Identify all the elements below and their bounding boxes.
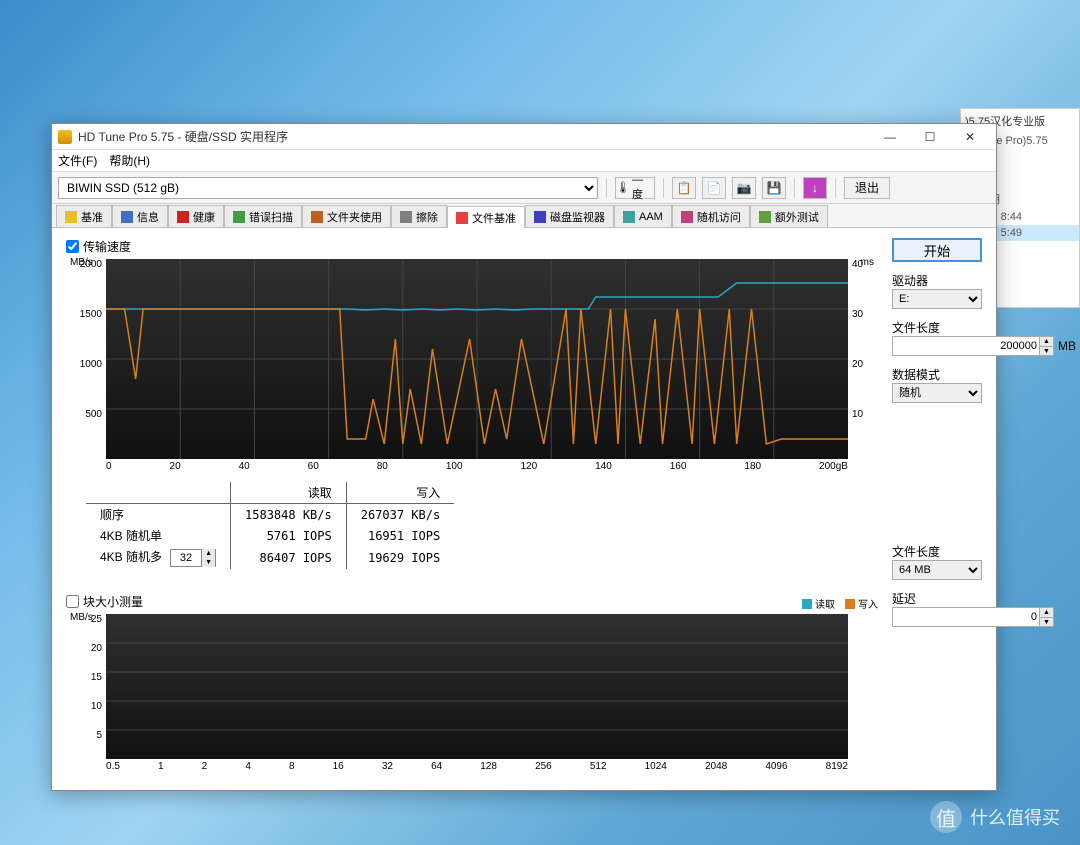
- tab-icon: [534, 211, 546, 223]
- queue-depth-spinner[interactable]: ▲▼: [170, 549, 216, 567]
- separator: [606, 178, 607, 198]
- drive-select[interactable]: BIWIN SSD (512 gB): [58, 177, 598, 199]
- close-button[interactable]: ✕: [950, 126, 990, 148]
- block-size-checkbox[interactable]: [66, 595, 79, 608]
- x-axis-upper: 020406080100120140160180200gB: [106, 461, 848, 472]
- chart-canvas: [106, 259, 848, 459]
- transfer-speed-checkbox-row: 传输速度: [66, 238, 878, 255]
- main-column: 传输速度 MB/s ms 200015001000500: [66, 238, 878, 772]
- col-write-header: 写入: [346, 482, 454, 504]
- separator: [794, 178, 795, 198]
- file-length-input[interactable]: [892, 336, 1040, 356]
- exit-button[interactable]: 退出: [844, 177, 890, 199]
- titlebar: HD Tune Pro 5.75 - 硬盘/SSD 实用程序 — ☐ ✕: [52, 124, 996, 150]
- tab-基准[interactable]: 基准: [56, 205, 112, 227]
- y-left-unit-lower: MB/s: [70, 612, 93, 623]
- options-button[interactable]: ↓: [803, 177, 827, 199]
- table-row: 顺序1583848 KB/s267037 KB/s: [86, 504, 454, 526]
- menu-file[interactable]: 文件(F): [58, 152, 97, 169]
- content-area: 传输速度 MB/s ms 200015001000500: [52, 228, 996, 782]
- delay-input[interactable]: [892, 607, 1040, 627]
- watermark-icon: 值: [930, 801, 962, 833]
- x-axis-lower: 0.512481632641282565121024204840968192: [106, 761, 848, 772]
- save-button[interactable]: 💾: [762, 177, 786, 199]
- tab-AAM[interactable]: AAM: [614, 205, 672, 227]
- tab-icon: [759, 211, 771, 223]
- col-read-header: 读取: [231, 482, 347, 504]
- y-left-unit: MB/s: [70, 257, 93, 268]
- file-length-label: 文件长度: [892, 319, 982, 336]
- start-button[interactable]: 开始: [892, 238, 982, 262]
- app-icon: [58, 130, 72, 144]
- tab-icon: [400, 211, 412, 223]
- y-axis-left-lower: 252015105: [66, 614, 106, 759]
- watermark-text: 什么值得买: [970, 804, 1060, 830]
- minimize-button[interactable]: —: [870, 126, 910, 148]
- spin-up[interactable]: ▲: [1040, 607, 1054, 617]
- spin-down[interactable]: ▼: [1040, 346, 1054, 356]
- data-mode-select[interactable]: 随机: [892, 383, 982, 403]
- tab-icon: [121, 211, 133, 223]
- copy-info-button[interactable]: 📋: [672, 177, 696, 199]
- legend-write-swatch: [845, 599, 855, 609]
- delay-label: 延迟: [892, 590, 982, 607]
- transfer-chart: MB/s ms 200015001000500 40302010: [66, 259, 878, 459]
- tab-icon: [177, 211, 189, 223]
- table-row: 4KB 随机单5761 IOPS16951 IOPS: [86, 525, 454, 546]
- hdtune-window: HD Tune Pro 5.75 - 硬盘/SSD 实用程序 — ☐ ✕ 文件(…: [51, 123, 997, 791]
- tab-icon: [233, 211, 245, 223]
- data-mode-label: 数据模式: [892, 366, 982, 383]
- spin-up[interactable]: ▲: [1040, 336, 1054, 346]
- drive-label: 驱动器: [892, 272, 982, 289]
- copy-screenshot-button[interactable]: 📄: [702, 177, 726, 199]
- tab-随机访问[interactable]: 随机访问: [672, 205, 750, 227]
- tab-文件基准[interactable]: 文件基准: [447, 206, 525, 228]
- file-length2-label: 文件长度: [892, 543, 982, 560]
- legend-read-swatch: [802, 599, 812, 609]
- toolbar: BIWIN SSD (512 gB) 🌡 — 度 📋 📄 📷 💾 ↓ 退出: [52, 172, 996, 204]
- spin-down[interactable]: ▼: [1040, 617, 1054, 627]
- transfer-speed-checkbox[interactable]: [66, 240, 79, 253]
- y-axis-left: 200015001000500: [66, 259, 106, 459]
- screenshot-button[interactable]: 📷: [732, 177, 756, 199]
- tab-strip: 基准信息健康错误扫描文件夹使用擦除文件基准磁盘监视器AAM随机访问额外测试: [52, 204, 996, 228]
- tab-错误扫描[interactable]: 错误扫描: [224, 205, 302, 227]
- tab-擦除[interactable]: 擦除: [391, 205, 447, 227]
- tab-磁盘监视器[interactable]: 磁盘监视器: [525, 205, 614, 227]
- y-right-unit: ms: [861, 257, 874, 268]
- tab-icon: [681, 211, 693, 223]
- tab-icon: [311, 211, 323, 223]
- temperature-display: 🌡 — 度: [615, 177, 655, 199]
- window-title: HD Tune Pro 5.75 - 硬盘/SSD 实用程序: [78, 128, 870, 145]
- maximize-button[interactable]: ☐: [910, 126, 950, 148]
- menu-help[interactable]: 帮助(H): [109, 152, 150, 169]
- tab-icon: [456, 212, 468, 224]
- tab-健康[interactable]: 健康: [168, 205, 224, 227]
- tab-文件夹使用[interactable]: 文件夹使用: [302, 205, 391, 227]
- separator: [835, 178, 836, 198]
- block-size-label: 块大小测量: [83, 593, 143, 610]
- file-length-unit: MB: [1058, 339, 1076, 353]
- legend: 读取 写入: [802, 596, 878, 611]
- tab-额外测试[interactable]: 额外测试: [750, 205, 828, 227]
- y-axis-right: 40302010: [848, 259, 878, 459]
- block-size-chart: MB/s 252015105: [66, 614, 878, 759]
- table-row: 4KB 随机多▲▼86407 IOPS19629 IOPS: [86, 546, 454, 569]
- menubar: 文件(F) 帮助(H): [52, 150, 996, 172]
- block-size-section: 块大小测量 读取 写入 MB/s 252015105: [66, 593, 878, 772]
- drive-letter-select[interactable]: E:: [892, 289, 982, 309]
- results-table: 读取 写入 顺序1583848 KB/s267037 KB/s4KB 随机单57…: [86, 482, 454, 569]
- tab-信息[interactable]: 信息: [112, 205, 168, 227]
- side-panel: 开始 驱动器 E: 文件长度 ▲▼ MB 数据模式 随机: [892, 238, 982, 772]
- tab-icon: [65, 211, 77, 223]
- tab-icon: [623, 211, 635, 223]
- watermark: 值 什么值得买: [930, 801, 1060, 833]
- file-length2-select[interactable]: 64 MB: [892, 560, 982, 580]
- thermometer-icon: 🌡: [616, 181, 630, 194]
- separator: [663, 178, 664, 198]
- transfer-speed-label: 传输速度: [83, 238, 131, 255]
